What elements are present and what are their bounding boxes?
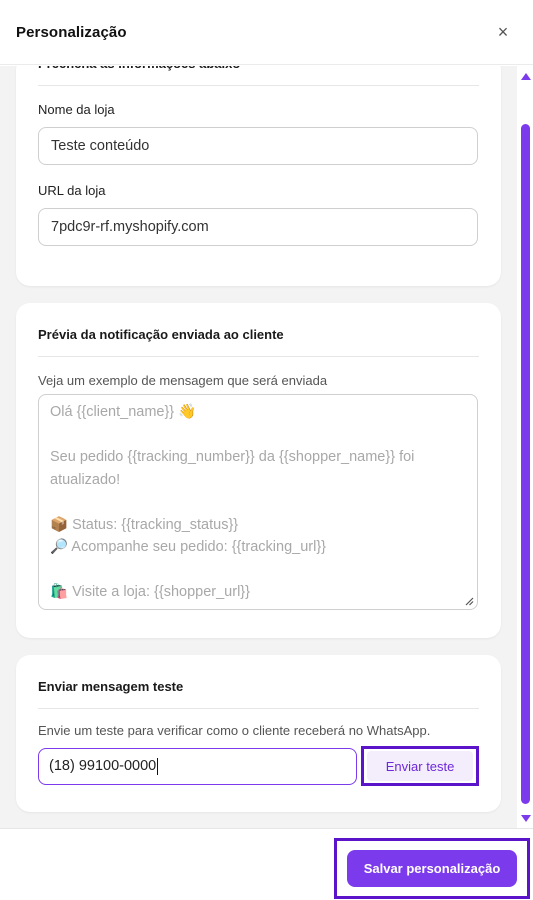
preview-title: Prévia da notificação enviada ao cliente [38, 327, 479, 357]
preview-line: 🛍️ Visite a loja: {{shopper_url}} [50, 584, 250, 600]
test-send-row: (18) 99100-0000 Enviar teste [38, 746, 479, 786]
preview-line: atualizado! [50, 471, 121, 488]
phone-input[interactable]: (18) 99100-0000 [38, 747, 358, 785]
preview-line [50, 491, 466, 514]
test-message-title: Enviar mensagem teste [38, 679, 479, 709]
preview-line: Seu pedido {{tracking_number}} da {{shop… [50, 449, 415, 465]
store-url-input[interactable]: 7pdc9r-rf.myshopify.com [38, 208, 478, 246]
scroll-down-icon[interactable] [521, 815, 531, 822]
store-url-value: 7pdc9r-rf.myshopify.com [51, 219, 209, 235]
store-name-input[interactable]: Teste conteúdo [38, 127, 478, 165]
preview-line: Olá {{client_name}} 👋 [50, 404, 197, 420]
preview-line: 🔎 Acompanhe seu pedido: {{tracking_url}} [50, 539, 327, 555]
send-test-highlight: Enviar teste [361, 746, 479, 786]
store-info-card: Preencha as informações abaixo Nome da l… [16, 66, 501, 286]
resize-handle-icon[interactable] [464, 596, 474, 606]
save-highlight: Salvar personalização [334, 838, 530, 899]
preview-line [50, 424, 466, 447]
scroll-thumb[interactable] [521, 124, 530, 804]
text-caret [157, 757, 159, 775]
save-button[interactable]: Salvar personalização [347, 850, 517, 887]
store-name-value: Teste conteúdo [51, 138, 150, 154]
close-icon[interactable]: × [491, 20, 515, 44]
preview-card: Prévia da notificação enviada ao cliente… [16, 303, 501, 638]
phone-value: (18) 99100-0000 [49, 758, 157, 774]
preview-line [50, 559, 466, 582]
page-title: Personalização [16, 23, 127, 41]
scrollbar[interactable] [517, 66, 533, 828]
store-url-label: URL da loja [38, 183, 106, 198]
scroll-up-icon[interactable] [521, 73, 531, 80]
store-name-label: Nome da loja [38, 102, 115, 117]
panel-footer: Salvar personalização [0, 828, 533, 900]
send-test-button[interactable]: Enviar teste [367, 751, 474, 781]
test-message-hint: Envie um teste para verificar como o cli… [38, 723, 431, 738]
preview-hint: Veja um exemplo de mensagem que será env… [38, 373, 328, 388]
panel-header: Personalização × [0, 0, 533, 65]
scroll-area[interactable]: Preencha as informações abaixo Nome da l… [0, 66, 517, 828]
store-info-title: Preencha as informações abaixo [38, 66, 479, 86]
test-message-card: Enviar mensagem teste Envie um teste par… [16, 655, 501, 812]
message-preview-textarea[interactable]: Olá {{client_name}} 👋 Seu pedido {{track… [38, 394, 478, 610]
preview-line: 📦 Status: {{tracking_status}} [50, 516, 239, 533]
